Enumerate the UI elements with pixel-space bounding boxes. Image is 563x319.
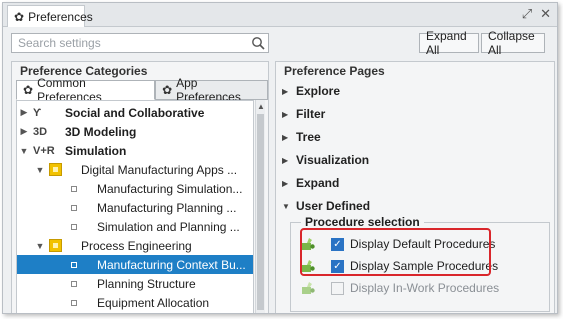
tree-item-manufacturing-simulation[interactable]: Manufacturing Simulation...: [17, 179, 253, 198]
expand-arrow-icon[interactable]: ▶: [19, 126, 29, 137]
3d-icon: 3D: [33, 125, 48, 138]
tree-item-manufacturing-context[interactable]: Manufacturing Context Bu...: [17, 255, 253, 274]
page-explore[interactable]: ▶ Explore: [282, 84, 340, 98]
page-tree[interactable]: ▶ Tree: [282, 130, 321, 144]
gear-icon: ✿: [162, 83, 173, 97]
tree-item-label: Manufacturing Context Bu...: [97, 257, 246, 272]
tree-item-label: Simulation: [65, 143, 127, 158]
tree-item-simulation[interactable]: ▼ V+R Simulation: [17, 141, 253, 160]
page-label: Filter: [296, 107, 326, 121]
expand-arrow-icon: ▶: [282, 86, 289, 96]
pages-title: Preference Pages: [284, 64, 385, 78]
categories-panel: Preference Categories ✿ Common Preferenc…: [11, 61, 269, 313]
tab-strip: ✿ Preferences ⤢ ✕: [3, 3, 557, 27]
tree-item-manufacturing-planning[interactable]: Manufacturing Planning ...: [17, 198, 253, 217]
procedure-icon: [302, 282, 315, 294]
leaf-node-icon: [71, 185, 77, 192]
pages-panel: Preference Pages ▶ Explore ▶ Filter ▶ Tr…: [275, 61, 555, 313]
tree-item-planning-structure[interactable]: Planning Structure: [17, 274, 253, 293]
collapse-all-button[interactable]: Collapse All: [481, 29, 545, 57]
option-in-work-procedures: Display In-Work Procedures: [301, 279, 499, 297]
leaf-node-icon: [71, 223, 77, 230]
page-label: Tree: [296, 130, 321, 144]
social-icon: Ƴ: [33, 106, 42, 119]
gear-icon: ✿: [23, 83, 34, 97]
tree-item-label: Planning Structure: [97, 276, 196, 291]
leaf-node-icon: [71, 204, 77, 211]
expand-arrow-icon: ▶: [282, 109, 289, 119]
tree-item-social[interactable]: ▶ Ƴ Social and Collaborative: [17, 103, 253, 122]
tab-app-preferences[interactable]: ✿ App Preferences: [155, 76, 268, 104]
tree-item-process-engineering[interactable]: ▼ Process Engineering: [17, 236, 253, 255]
tree-item-label: Social and Collaborative: [65, 105, 205, 120]
maximize-icon[interactable]: ⤢: [522, 6, 532, 22]
tree-item-digital-manufacturing[interactable]: ▼ Digital Manufacturing Apps ...: [17, 160, 253, 179]
expand-arrow-icon: ▶: [282, 155, 289, 165]
leaf-node-icon: [71, 261, 77, 268]
tab-common-preferences[interactable]: ✿ Common Preferences: [16, 76, 156, 104]
app-folder-icon: [49, 163, 62, 176]
page-label: Expand: [296, 176, 340, 190]
search-input[interactable]: [18, 36, 238, 50]
tree-item-3d-modeling[interactable]: ▶ 3D 3D Modeling: [17, 122, 253, 141]
collapse-arrow-icon[interactable]: ▼: [35, 241, 45, 251]
tree-scrollbar[interactable]: ▲: [255, 100, 265, 313]
tree-item-equipment-allocation[interactable]: Equipment Allocation: [17, 293, 253, 312]
page-label: Visualization: [296, 153, 370, 167]
collapse-arrow-icon[interactable]: ▼: [35, 165, 45, 175]
option-label: Display In-Work Procedures: [350, 281, 500, 295]
page-user-defined[interactable]: ▼ User Defined: [282, 199, 370, 213]
page-visualization[interactable]: ▶ Visualization: [282, 153, 369, 167]
expand-arrow-icon: ▶: [282, 178, 289, 188]
app-folder-icon: [49, 239, 62, 252]
checkbox-in-work-procedures: [331, 281, 344, 295]
gear-icon: ✿: [14, 9, 25, 24]
window-buttons: ⤢ ✕: [522, 6, 551, 22]
preferences-window: ✿ Preferences ⤢ ✕ Expand All Collapse Al…: [2, 2, 558, 314]
page-label: User Defined: [296, 199, 371, 213]
expand-arrow-icon[interactable]: ▶: [19, 107, 29, 118]
page-expand[interactable]: ▶ Expand: [282, 176, 339, 190]
highlight-box: [300, 228, 491, 276]
group-title: Procedure selection: [301, 215, 424, 229]
leaf-node-icon: [71, 299, 77, 306]
page-filter[interactable]: ▶ Filter: [282, 107, 325, 121]
tab-preferences[interactable]: ✿ Preferences: [7, 5, 93, 27]
tree-item-simulation-planning[interactable]: Simulation and Planning ...: [17, 217, 253, 236]
vr-icon: V+R: [33, 144, 55, 157]
tree-item-label: Equipment Allocation: [97, 295, 210, 310]
tree-item-label: Digital Manufacturing Apps ...: [81, 162, 238, 177]
leaf-node-icon: [71, 280, 77, 287]
expand-all-button[interactable]: Expand All: [419, 29, 479, 57]
tree-item-label: Process Engineering: [81, 238, 192, 253]
page-label: Explore: [296, 84, 341, 98]
search-icon[interactable]: [251, 36, 265, 50]
collapse-arrow-icon[interactable]: ▼: [19, 146, 29, 156]
tree-item-label: Simulation and Planning ...: [97, 219, 240, 234]
category-tree: ▶ Ƴ Social and Collaborative ▶ 3D 3D Mod…: [16, 100, 254, 313]
tree-item-label: Manufacturing Planning ...: [97, 200, 237, 215]
scrollbar-thumb[interactable]: [257, 114, 264, 310]
tree-item-label: Manufacturing Simulation...: [97, 181, 243, 196]
collapse-arrow-icon: ▼: [282, 201, 290, 211]
scroll-up-icon[interactable]: ▲: [257, 102, 265, 111]
tab-label: Preferences: [28, 9, 93, 24]
search-box: [11, 33, 269, 53]
expand-arrow-icon: ▶: [282, 132, 289, 142]
close-icon[interactable]: ✕: [540, 6, 551, 22]
category-tabs: ✿ Common Preferences ✿ App Preferences: [16, 76, 268, 104]
tree-item-label: 3D Modeling: [65, 124, 137, 139]
